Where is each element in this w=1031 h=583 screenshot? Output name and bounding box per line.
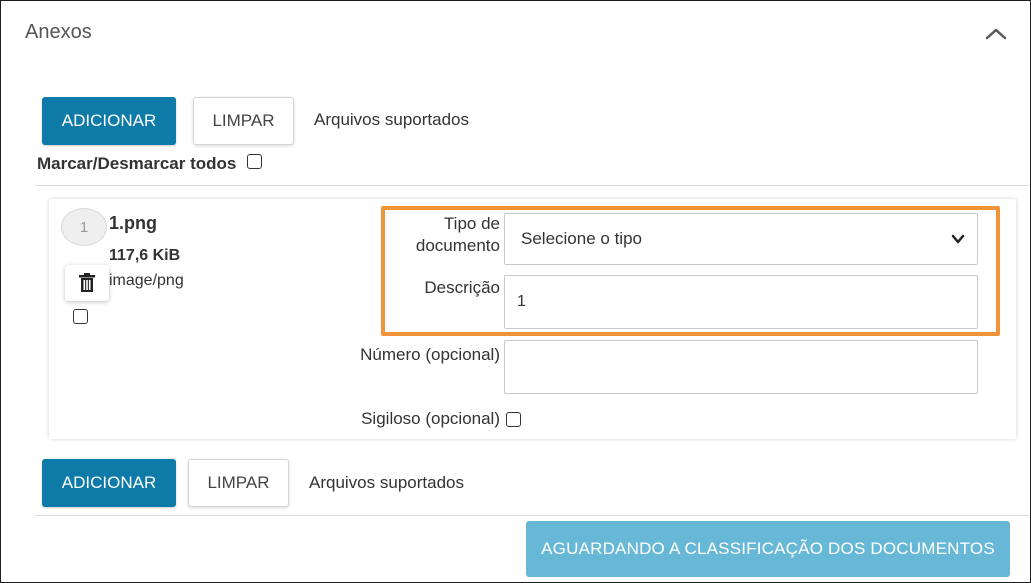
file-size: 117,6 KiB [109, 247, 181, 264]
confidential-checkbox[interactable] [506, 412, 521, 427]
select-all-label: Marcar/Desmarcar todos [37, 154, 237, 173]
confidential-label: Sigiloso (opcional) [361, 409, 500, 428]
collapse-button[interactable] [981, 21, 1011, 47]
add-button-bottom[interactable]: ADICIONAR [42, 459, 176, 507]
description-input[interactable]: 1 [504, 275, 978, 329]
file-index-badge: 1 [61, 208, 107, 246]
doc-type-label-line2: documento [415, 236, 500, 255]
trash-icon [79, 273, 95, 292]
doc-type-label-line1: Tipo de [443, 214, 500, 233]
doc-type-select[interactable]: Selecione o tipo [504, 213, 978, 265]
chevron-up-icon [985, 28, 1007, 40]
file-select-checkbox[interactable] [73, 309, 88, 324]
file-name: 1.png [109, 213, 157, 233]
doc-type-label: Tipo de documento [416, 213, 500, 257]
attachments-panel: Anexos ADICIONAR LIMPAR Arquivos suporta… [0, 0, 1031, 583]
divider [35, 185, 1029, 186]
supported-files-link-top[interactable]: Arquivos suportados [314, 110, 469, 130]
clear-button-top[interactable]: LIMPAR [193, 97, 294, 145]
delete-file-button[interactable] [65, 265, 109, 301]
panel-title: Anexos [25, 21, 92, 43]
awaiting-classification-button[interactable]: AGUARDANDO A CLASSIFICAÇÃO DOS DOCUMENTO… [526, 521, 1010, 577]
doc-type-select-value: Selecione o tipo [521, 229, 642, 248]
description-label: Descrição [424, 278, 500, 297]
chevron-down-icon [951, 234, 965, 244]
divider-bottom [35, 515, 1029, 516]
add-button-top[interactable]: ADICIONAR [42, 97, 176, 145]
file-mime-type: image/png [109, 272, 184, 289]
select-all-checkbox[interactable] [247, 154, 262, 169]
number-input[interactable] [504, 340, 978, 394]
supported-files-link-bottom[interactable]: Arquivos suportados [309, 473, 464, 493]
description-input-value: 1 [517, 293, 526, 310]
clear-button-bottom[interactable]: LIMPAR [188, 459, 289, 507]
number-label: Número (opcional) [360, 345, 500, 364]
